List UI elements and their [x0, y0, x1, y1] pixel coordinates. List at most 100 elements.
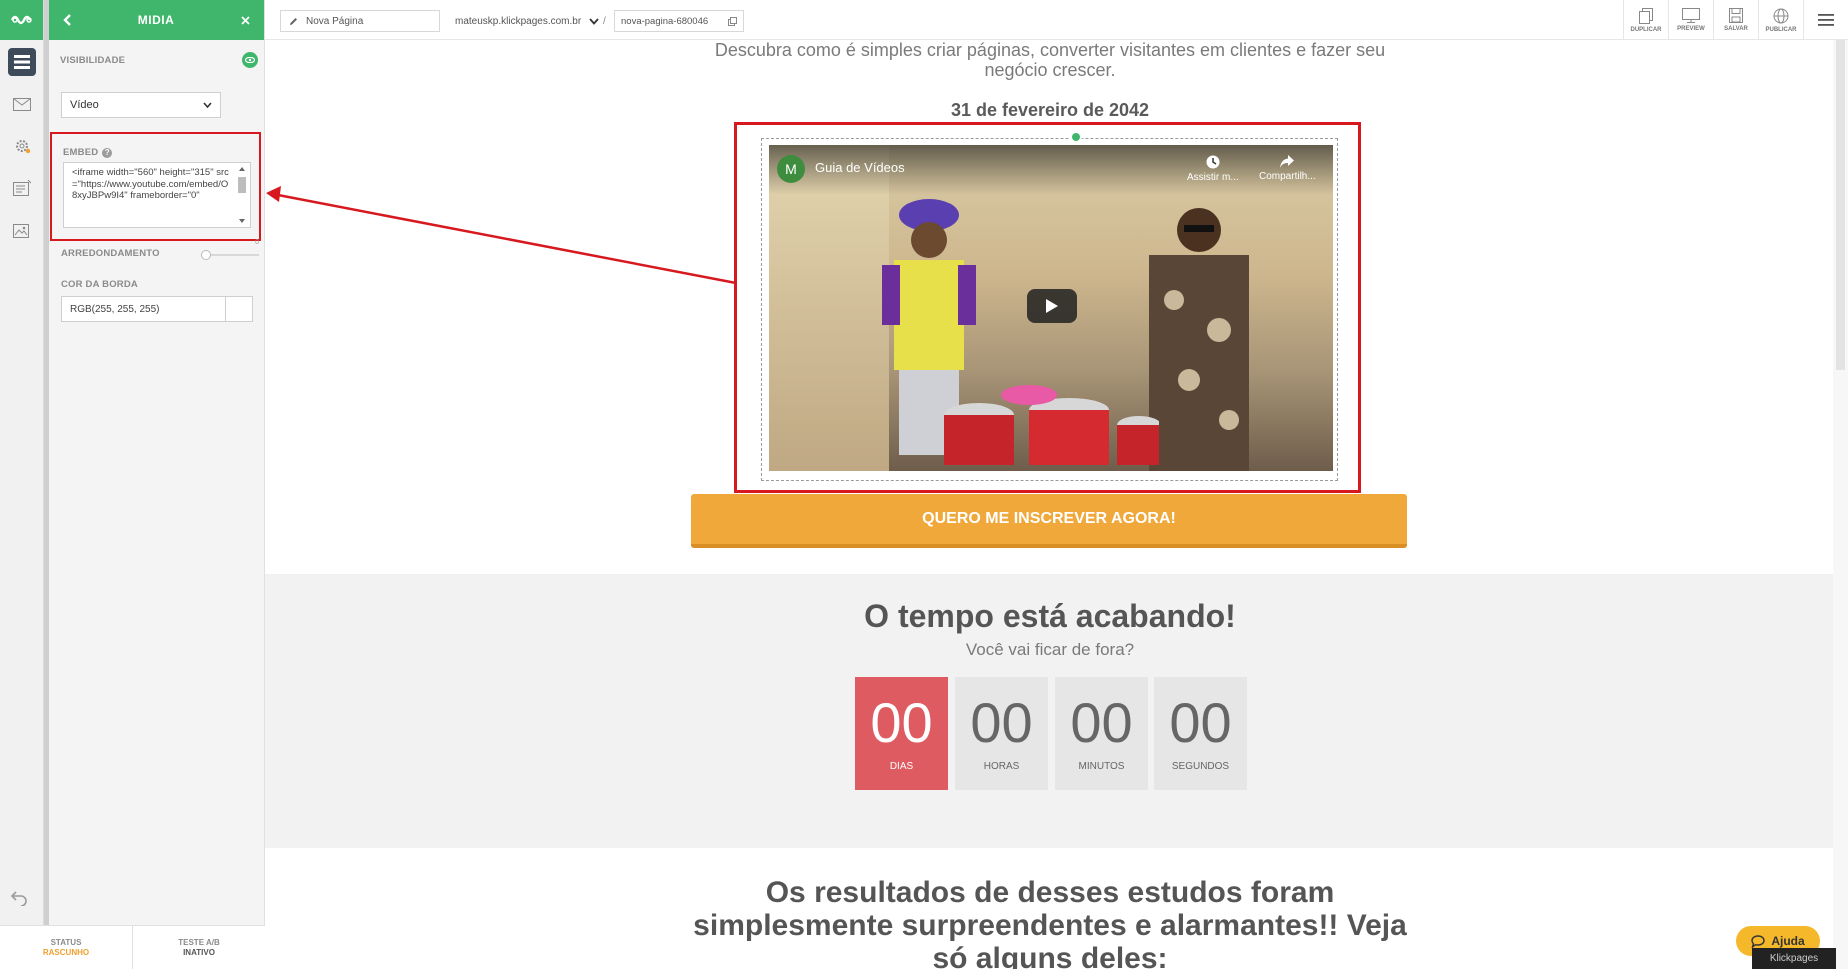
slug-value: nova-pagina-680046	[621, 15, 709, 27]
clock-icon	[1206, 155, 1220, 169]
watch-later-label: Assistir m...	[1187, 172, 1239, 183]
chat-icon	[1751, 934, 1766, 948]
menu-icon	[1818, 14, 1834, 26]
globe-icon	[1773, 8, 1789, 23]
image-icon	[13, 224, 29, 238]
rail-layout-button[interactable]	[0, 42, 44, 82]
page-name-field[interactable]: Nova Página	[280, 10, 440, 32]
video-highlight-box: M Guia de Vídeos Assistir m... Compartil…	[734, 122, 1361, 493]
hamburger-menu-button[interactable]	[1803, 0, 1848, 40]
close-icon[interactable]	[241, 15, 250, 25]
panel-header: MIDIA	[49, 0, 264, 40]
publish-button[interactable]: PUBLICAR	[1758, 0, 1803, 40]
preview-button[interactable]: PREVIEW	[1668, 0, 1713, 40]
countdown-seconds: 00 SEGUNDOS	[1154, 677, 1247, 790]
save-button[interactable]: SALVAR	[1713, 0, 1758, 40]
embed-code-textarea[interactable]: <iframe width="560" height="315" src="ht…	[63, 162, 251, 228]
gear-icon	[16, 140, 31, 154]
help-icon[interactable]: ?	[102, 147, 113, 158]
countdown-subtitle: Você vai ficar de fora?	[965, 640, 1135, 659]
chevron-down-icon	[589, 17, 599, 25]
domain-value: mateuskp.klickpages.com.br	[455, 15, 582, 27]
visibility-row: VISIBILIDADE	[60, 52, 258, 68]
results-heading: Os resultados de desses estudos foram si…	[265, 876, 1835, 969]
brand-watermark: Klickpages	[1752, 948, 1836, 969]
klickpages-logo[interactable]	[0, 0, 43, 40]
bottom-status-bar: STATUS RASCUNHO TESTE A/B INATIVO	[0, 925, 265, 969]
share-label: Compartilh...	[1259, 171, 1316, 182]
media-type-value: Vídeo	[70, 99, 99, 111]
undo-button[interactable]	[10, 890, 28, 911]
watch-later-button[interactable]: Assistir m...	[1187, 155, 1239, 183]
share-button[interactable]: Compartilh...	[1259, 155, 1316, 182]
countdown-days-value: 00	[870, 691, 933, 754]
visibility-label: VISIBILIDADE	[60, 54, 126, 66]
slider-knob[interactable]	[201, 249, 211, 260]
top-bar: Nova Página mateuskp.klickpages.com.br /…	[265, 0, 1848, 40]
save-label: SALVAR	[1724, 26, 1748, 32]
preview-label: PREVIEW	[1677, 26, 1705, 32]
embed-highlight-box: EMBED ? <iframe width="560" height="315"…	[50, 132, 261, 241]
countdown-hours: 00 HORAS	[955, 677, 1048, 790]
duplicate-button[interactable]: DUPLICAR	[1623, 0, 1668, 40]
visibility-eye-toggle[interactable]	[242, 52, 258, 68]
status-cell[interactable]: STATUS RASCUNHO	[0, 926, 132, 969]
countdown-days-label: DIAS	[889, 761, 914, 772]
status-value: RASCUNHO	[42, 947, 90, 957]
page-scrollbar[interactable]	[1833, 40, 1848, 969]
countdown-seconds-value: 00	[1169, 691, 1232, 754]
help-label: Ajuda	[1771, 934, 1805, 948]
play-icon	[1046, 299, 1058, 313]
share-icon	[1280, 155, 1295, 168]
icon-rail	[0, 0, 44, 969]
duplicate-icon	[1639, 7, 1653, 24]
url-separator: /	[603, 15, 606, 27]
countdown-minutes: 00 MINUTOS	[1055, 677, 1148, 790]
pencil-icon	[290, 17, 297, 25]
duplicate-label: DUPLICAR	[1630, 26, 1662, 33]
page-canvas: Descubra como é simples criar páginas, c…	[265, 40, 1835, 969]
countdown-minutes-value: 00	[1070, 691, 1133, 754]
rail-forms-button[interactable]	[0, 168, 44, 208]
media-settings-panel: MIDIA VISIBILIDADE Vídeo EMBED ? <iframe…	[49, 0, 265, 925]
countdown-hours-value: 00	[970, 691, 1033, 754]
drag-handle[interactable]	[1070, 131, 1082, 143]
border-color-value[interactable]: RGB(255, 255, 255)	[62, 297, 226, 321]
countdown-title: O tempo está acabando!	[864, 598, 1236, 634]
envelope-icon	[13, 97, 31, 111]
rounding-row: ARREDONDAMENTO 0	[61, 239, 259, 260]
border-color-label: COR DA BORDA	[61, 279, 138, 290]
countdown-hours-label: HORAS	[983, 761, 1020, 772]
embed-label-text: EMBED	[63, 147, 99, 158]
domain-select[interactable]: mateuskp.klickpages.com.br	[455, 10, 599, 32]
play-button[interactable]	[1027, 289, 1077, 323]
embed-code-text: <iframe width="560" height="315" src="ht…	[72, 167, 229, 201]
layers-icon	[8, 48, 36, 76]
copy-icon[interactable]	[728, 16, 737, 26]
media-type-select[interactable]: Vídeo	[61, 92, 221, 118]
signup-cta-button[interactable]: QUERO ME INSCREVER AGORA!	[691, 494, 1407, 548]
countdown-section: O tempo está acabando! Você vai ficar de…	[265, 574, 1835, 848]
rail-email-button[interactable]	[0, 84, 44, 124]
publish-label: PUBLICAR	[1765, 26, 1797, 33]
color-swatch[interactable]	[226, 297, 252, 321]
scrollbar-thumb[interactable]	[1836, 40, 1845, 370]
youtube-video-embed[interactable]: M Guia de Vídeos Assistir m... Compartil…	[769, 145, 1333, 471]
form-icon	[13, 180, 31, 196]
results-heading-text: Os resultados de desses estudos foram si…	[693, 876, 1407, 969]
channel-avatar[interactable]: M	[777, 155, 805, 183]
rail-media-button[interactable]	[0, 210, 44, 250]
rail-settings-button[interactable]	[0, 126, 44, 166]
textarea-scrollbar[interactable]	[236, 165, 248, 225]
video-title[interactable]: Guia de Vídeos	[815, 160, 905, 175]
slug-field[interactable]: nova-pagina-680046	[614, 10, 744, 32]
countdown-minutes-label: MINUTOS	[1078, 761, 1125, 772]
back-arrow-icon[interactable]	[63, 14, 71, 26]
ab-test-cell[interactable]: TESTE A/B INATIVO	[132, 926, 265, 969]
status-label: STATUS	[50, 937, 82, 947]
page-subtitle: Descubra como é simples criar páginas, c…	[265, 40, 1835, 80]
rounding-value: 0	[255, 238, 259, 246]
border-color-field[interactable]: RGB(255, 255, 255)	[61, 296, 253, 322]
undo-icon	[10, 891, 27, 907]
rounding-slider[interactable]	[201, 249, 259, 260]
